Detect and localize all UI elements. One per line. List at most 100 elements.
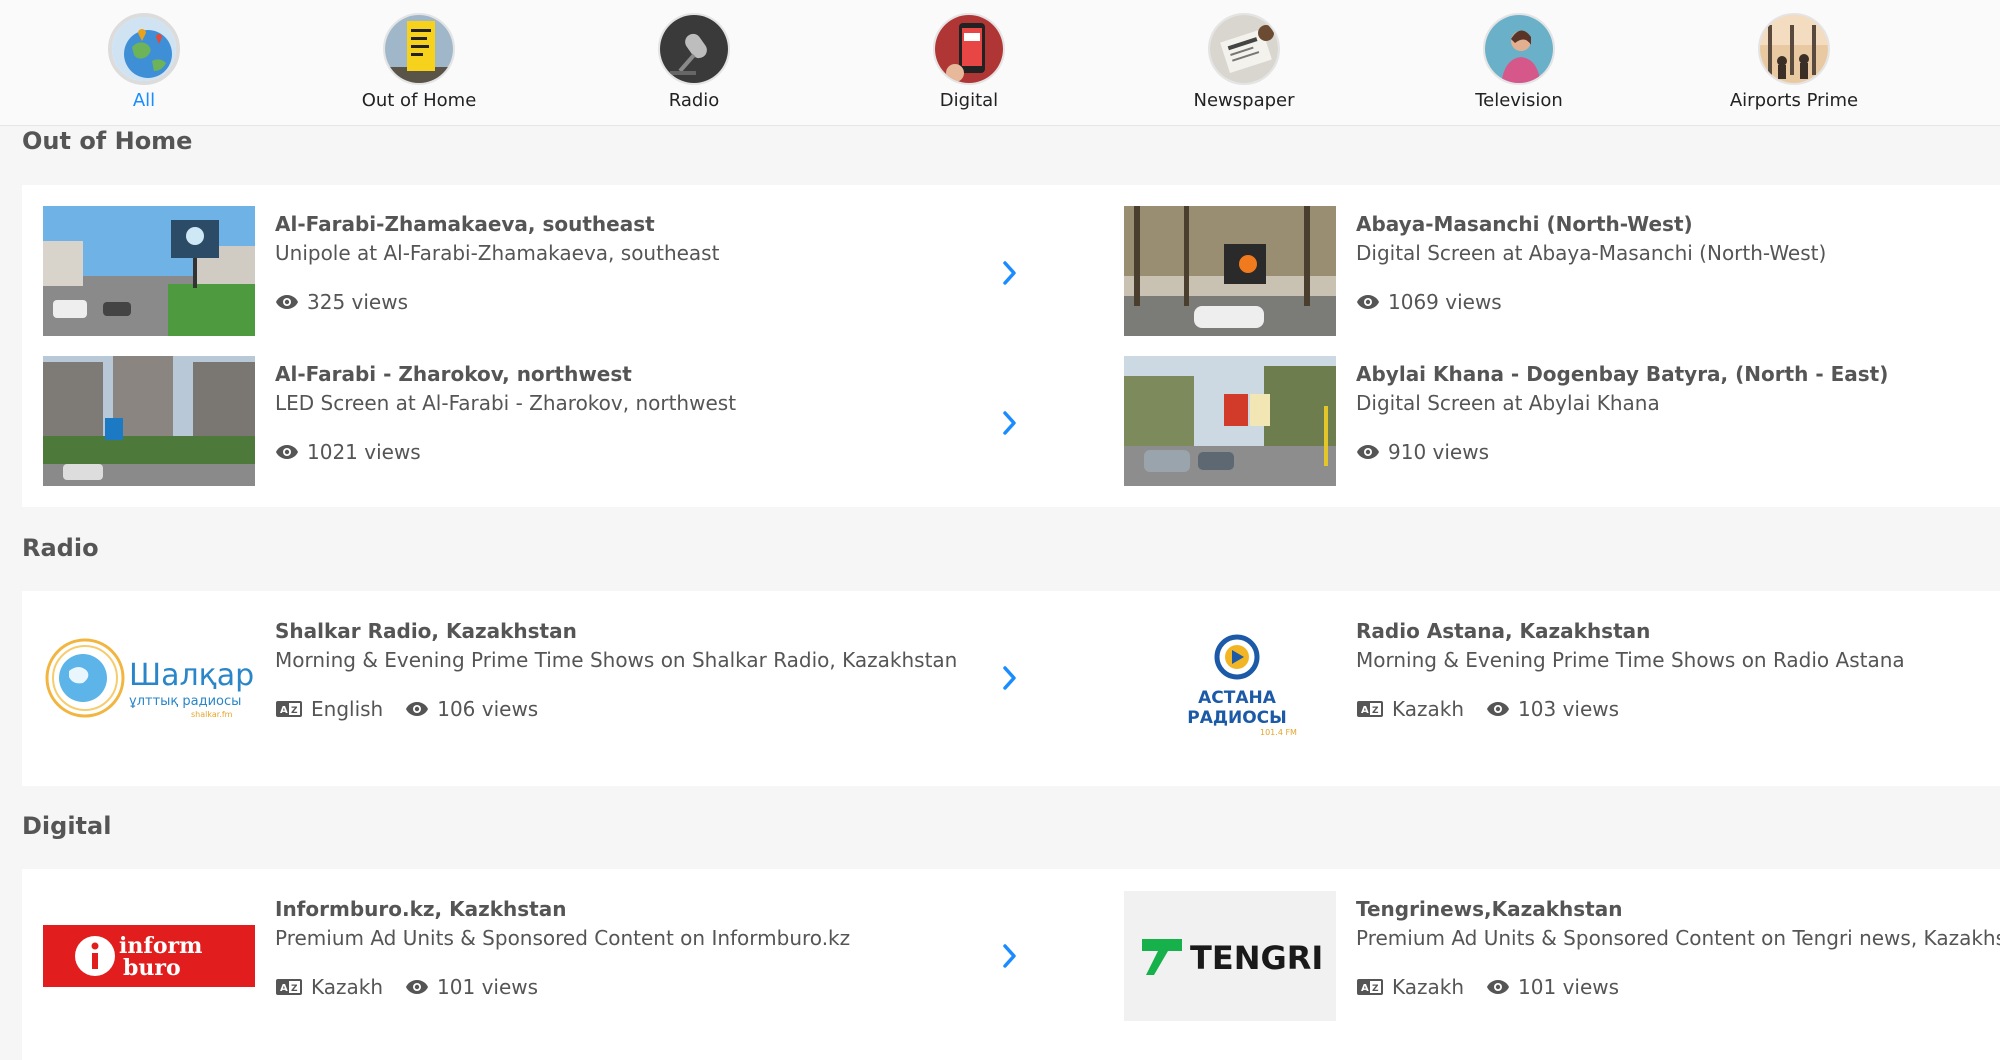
language-icon: AZ xyxy=(1357,979,1383,995)
views-count: 101 views xyxy=(1518,975,1620,999)
views-count: 910 views xyxy=(1388,440,1490,464)
logo-small-text: shalkar.fm xyxy=(191,710,233,719)
language-label: Kazakh xyxy=(1392,697,1465,721)
listing-meta: 1021 views xyxy=(275,440,443,464)
category-all[interactable]: All xyxy=(44,13,244,111)
views-count: 106 views xyxy=(437,697,539,721)
category-label: Television xyxy=(1475,90,1563,111)
listing-title: Tengrinews,Kazakhstan xyxy=(1356,897,1623,921)
svg-text:Z: Z xyxy=(291,984,298,994)
category-nav: All Out of Home Radio Digital Newspaper … xyxy=(0,0,2000,126)
category-television[interactable]: Television xyxy=(1419,13,1619,111)
listing-card[interactable]: inform buro Informburo.kz, Kazkhstan Pre… xyxy=(43,891,1043,1021)
eye-icon xyxy=(276,295,298,309)
listing-card[interactable]: АСТАНА РАДИОСЫ 101.4 FM Radio Astana, Ka… xyxy=(1124,613,1994,743)
logo-wordmark: АСТАНА xyxy=(1198,688,1277,708)
svg-text:Z: Z xyxy=(1372,706,1379,716)
listing-thumbnail xyxy=(43,206,255,336)
listing-meta: AZ Kazakh 101 views xyxy=(275,975,560,999)
logo-wordmark: Шалқар xyxy=(129,658,254,693)
listing-card[interactable]: Abaya-Masanchi (North-West) Digital Scre… xyxy=(1124,206,1994,336)
logo-subtext: ұлттық радиосы xyxy=(129,694,241,709)
views-count: 325 views xyxy=(307,290,409,314)
svg-text:A: A xyxy=(1361,705,1369,716)
listing-subtitle: Digital Screen at Abylai Khana xyxy=(1356,391,1660,415)
listing-card[interactable]: Abylai Khana - Dogenbay Batyra, (North -… xyxy=(1124,356,1994,486)
listing-subtitle: Morning & Evening Prime Time Shows on Sh… xyxy=(275,648,958,672)
logo-wordmark: TENGRI xyxy=(1190,939,1323,977)
airport-icon xyxy=(1758,13,1830,85)
category-airports-prime[interactable]: Airports Prime xyxy=(1694,13,1894,111)
listing-thumbnail xyxy=(1124,356,1336,486)
logo-subtext: РАДИОСЫ xyxy=(1187,708,1287,728)
language-label: Kazakh xyxy=(1392,975,1465,999)
chevron-right-icon[interactable] xyxy=(1000,258,1020,288)
eye-icon xyxy=(1487,702,1510,716)
listing-card[interactable]: Шалқар ұлттық радиосы shalkar.fm Shalkar… xyxy=(43,613,1043,743)
listing-meta: 910 views xyxy=(1356,440,1511,464)
chevron-right-icon[interactable] xyxy=(1000,941,1020,971)
smartphone-icon xyxy=(933,13,1005,85)
svg-text:Z: Z xyxy=(1372,984,1379,994)
listing-subtitle: Premium Ad Units & Sponsored Content on … xyxy=(1356,926,2000,950)
section-title-digital: Digital xyxy=(22,812,112,840)
eye-icon xyxy=(406,980,429,994)
globe-icon xyxy=(108,13,180,85)
language-icon: AZ xyxy=(1357,701,1383,717)
category-newspaper[interactable]: Newspaper xyxy=(1144,13,1344,111)
microphone-icon xyxy=(658,13,730,85)
listing-subtitle: Unipole at Al-Farabi-Zhamakaeva, southea… xyxy=(275,241,720,265)
category-radio[interactable]: Radio xyxy=(594,13,794,111)
tengri-logo: TENGRI xyxy=(1124,891,1336,1021)
category-out-of-home[interactable]: Out of Home xyxy=(319,13,519,111)
listing-title: Shalkar Radio, Kazakhstan xyxy=(275,619,577,643)
views-count: 103 views xyxy=(1518,697,1620,721)
logo-small-text: 101.4 FM xyxy=(1260,728,1297,737)
radio-panel: Шалқар ұлттық радиосы shalkar.fm Shalkar… xyxy=(22,591,2000,786)
listing-title: Abylai Khana - Dogenbay Batyra, (North -… xyxy=(1356,362,1889,386)
listing-title: Al-Farabi-Zhamakaeva, southeast xyxy=(275,212,655,236)
category-digital[interactable]: Digital xyxy=(869,13,1069,111)
informburo-logo: inform buro xyxy=(43,891,255,1021)
billboard-icon xyxy=(383,13,455,85)
chevron-right-icon[interactable] xyxy=(1000,408,1020,438)
eye-icon xyxy=(1357,295,1379,309)
listing-subtitle: Morning & Evening Prime Time Shows on Ra… xyxy=(1356,648,1905,672)
digital-panel: inform buro Informburo.kz, Kazkhstan Pre… xyxy=(22,869,2000,1060)
listing-card[interactable]: Al-Farabi - Zharokov, northwest LED Scre… xyxy=(43,356,1043,486)
listing-card[interactable]: TENGRI Tengrinews,Kazakhstan Premium Ad … xyxy=(1124,891,2000,1021)
listing-title: Radio Astana, Kazakhstan xyxy=(1356,619,1651,643)
eye-icon xyxy=(276,445,298,459)
svg-text:A: A xyxy=(280,705,288,716)
logo-subtext: buro xyxy=(123,955,181,981)
listing-meta: AZ English 106 views xyxy=(275,697,560,721)
category-label: Out of Home xyxy=(361,90,477,111)
listing-meta: AZ Kazakh 101 views xyxy=(1356,975,1641,999)
out-of-home-panel: Al-Farabi-Zhamakaeva, southeast Unipole … xyxy=(22,185,2000,507)
language-icon: AZ xyxy=(276,701,302,717)
listing-meta: 325 views xyxy=(275,290,430,314)
category-label: All xyxy=(132,90,156,111)
listing-subtitle: LED Screen at Al-Farabi - Zharokov, nort… xyxy=(275,391,737,415)
listing-thumbnail xyxy=(43,356,255,486)
listing-title: Abaya-Masanchi (North-West) xyxy=(1356,212,1693,236)
language-icon: AZ xyxy=(276,979,302,995)
category-label: Digital xyxy=(939,90,999,111)
listing-thumbnail xyxy=(1124,206,1336,336)
svg-text:A: A xyxy=(280,983,288,994)
listing-card[interactable]: Al-Farabi-Zhamakaeva, southeast Unipole … xyxy=(43,206,1043,336)
views-count: 1021 views xyxy=(307,440,421,464)
language-label: Kazakh xyxy=(311,975,384,999)
listing-subtitle: Premium Ad Units & Sponsored Content on … xyxy=(275,926,851,950)
svg-text:A: A xyxy=(1361,983,1369,994)
listing-title: Al-Farabi - Zharokov, northwest xyxy=(275,362,632,386)
category-label: Radio xyxy=(668,90,720,111)
svg-text:Z: Z xyxy=(291,706,298,716)
language-label: English xyxy=(311,697,384,721)
radio-astana-logo: АСТАНА РАДИОСЫ 101.4 FM xyxy=(1124,613,1336,743)
chevron-right-icon[interactable] xyxy=(1000,663,1020,693)
listing-meta: 1069 views xyxy=(1356,290,1524,314)
newspaper-icon xyxy=(1208,13,1280,85)
eye-icon xyxy=(1487,980,1510,994)
section-title-radio: Radio xyxy=(22,534,99,562)
